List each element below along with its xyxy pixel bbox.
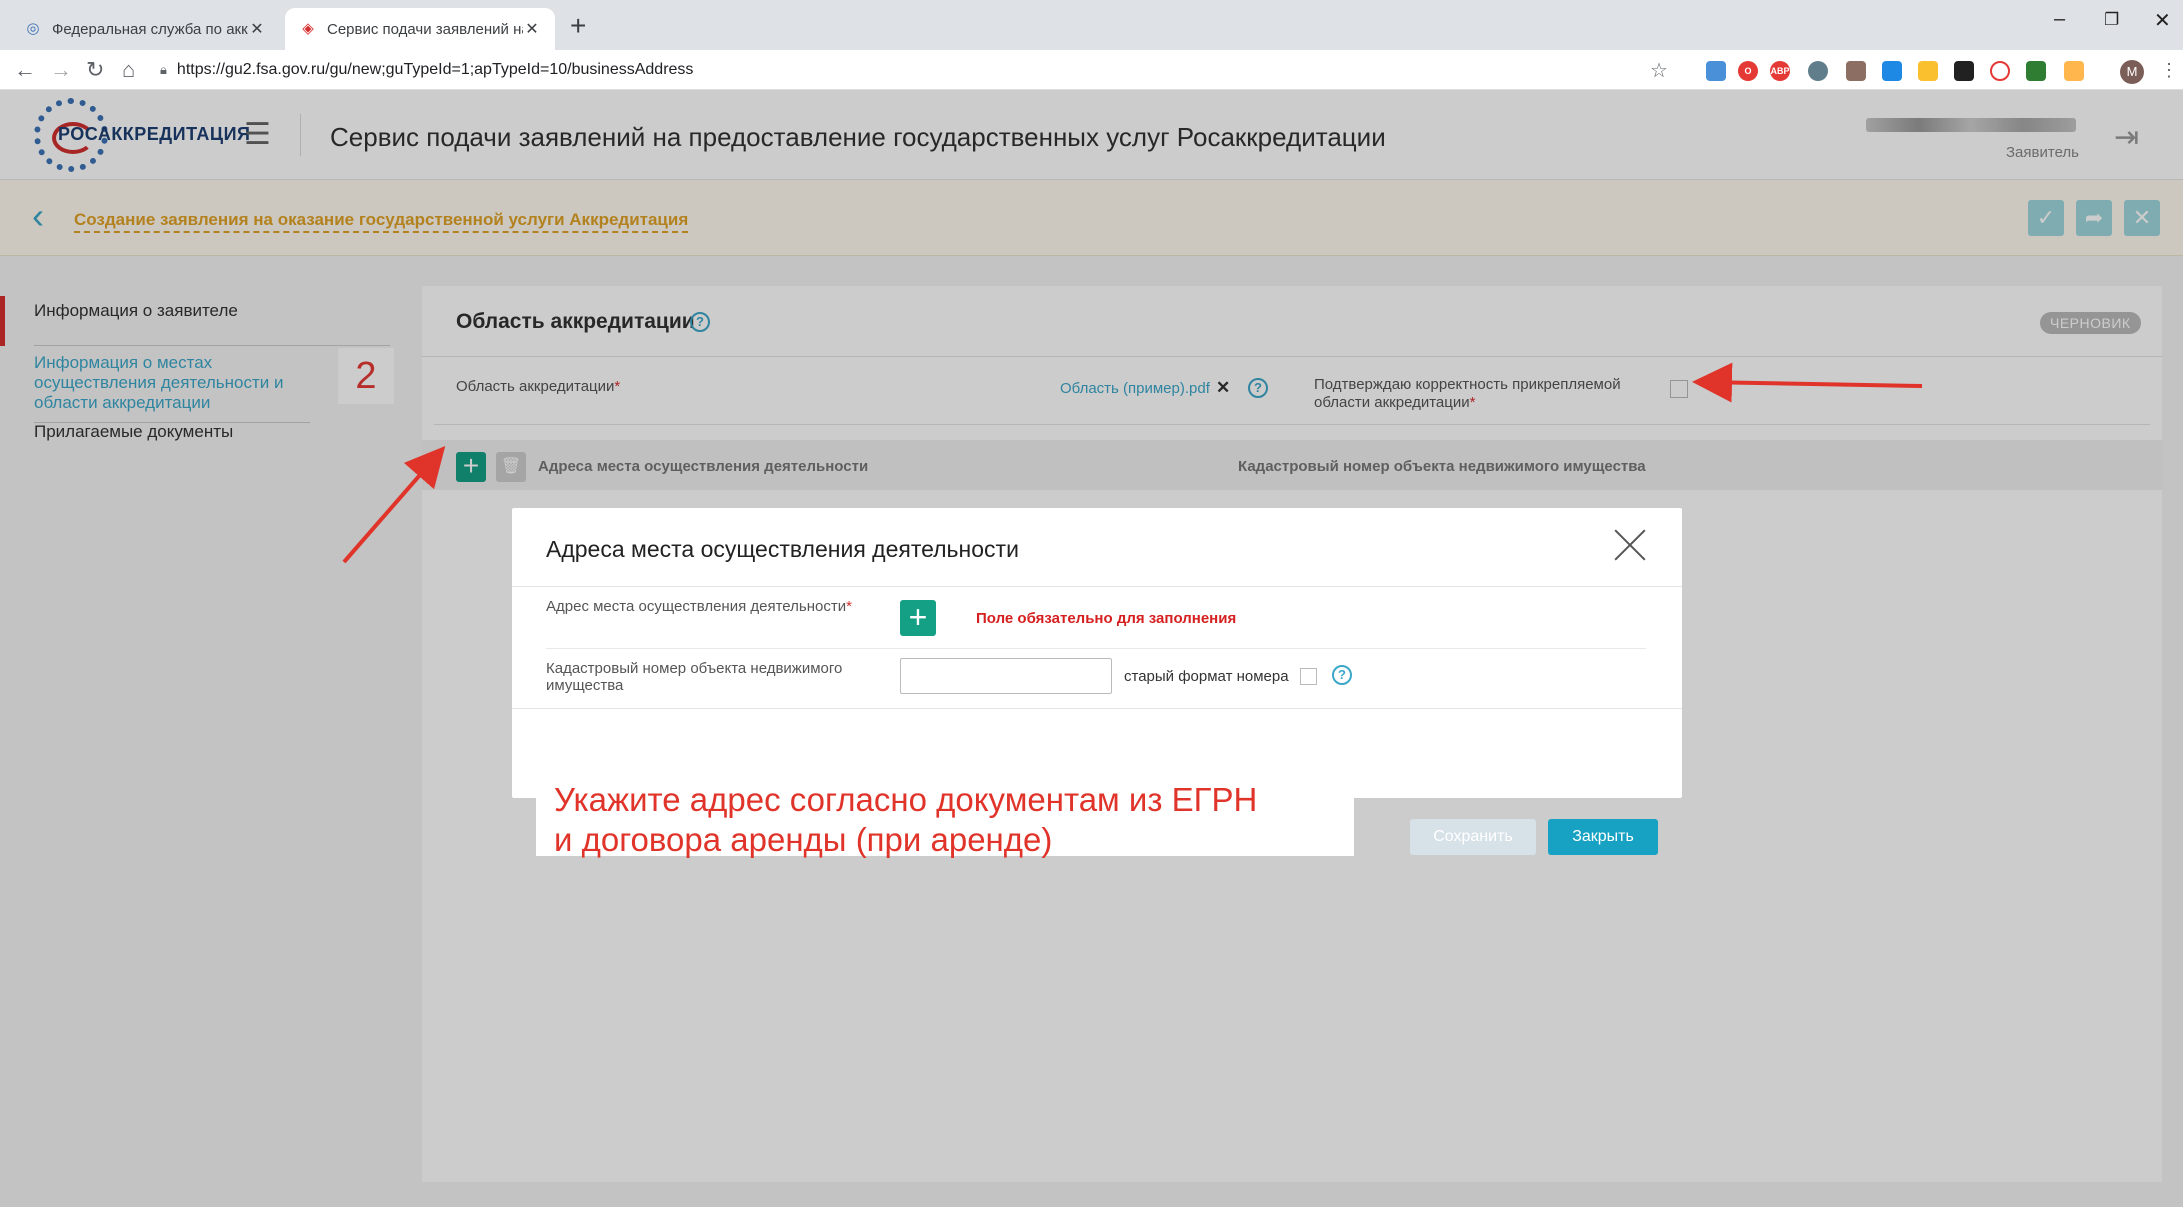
- close-button[interactable]: Закрыть: [1548, 819, 1658, 855]
- modal-title: Адреса места осуществления деятельности: [546, 536, 1019, 562]
- required-mark: *: [846, 598, 852, 615]
- cadastral-help-icon[interactable]: ?: [1332, 665, 1352, 685]
- reload-icon[interactable]: ↻: [86, 56, 104, 84]
- new-tab-icon[interactable]: +: [570, 12, 586, 40]
- restore-icon[interactable]: ❐: [2104, 10, 2119, 30]
- service-favicon-icon: ◈: [302, 20, 314, 37]
- window-close-icon[interactable]: ✕: [2154, 8, 2171, 33]
- extension-icon-10[interactable]: [2026, 61, 2046, 81]
- extension-icon-5[interactable]: [1846, 61, 1866, 81]
- browser-tab-bar: ◎ Федеральная служба по аккред ✕ ◈ Серви…: [0, 0, 2183, 50]
- extension-icon-11[interactable]: [2064, 61, 2084, 81]
- menu-kebab-icon[interactable]: ⋮: [2160, 60, 2178, 81]
- minimize-icon[interactable]: –: [2054, 8, 2065, 31]
- required-error-message: Поле обязательно для заполнения: [976, 610, 1237, 627]
- bookmark-star-icon[interactable]: ☆: [1650, 58, 1668, 83]
- extension-icon-7[interactable]: [1918, 61, 1938, 81]
- opera-extension-icon[interactable]: O: [1738, 61, 1758, 81]
- old-format-checkbox[interactable]: [1300, 668, 1317, 685]
- forward-arrow-icon[interactable]: →: [50, 56, 72, 84]
- add-address-modal-button[interactable]: +: [900, 600, 936, 636]
- browser-tab-1[interactable]: ◎ Федеральная служба по аккред ✕: [10, 8, 280, 50]
- tab-close-icon[interactable]: ✕: [523, 19, 541, 39]
- profile-avatar[interactable]: M: [2120, 60, 2144, 84]
- extension-icon-1[interactable]: [1706, 61, 1726, 81]
- old-format-label: старый формат номера: [1124, 668, 1289, 685]
- label-text: Адрес места осуществления деятельности: [546, 598, 847, 615]
- address-field-label: Адрес места осуществления деятельности*: [546, 598, 876, 615]
- instruction-text: Укажите адрес согласно документам из ЕГР…: [554, 781, 1258, 858]
- divider: [512, 708, 1682, 709]
- tab-title: Сервис подачи заявлений на п: [327, 20, 523, 38]
- plus-icon: +: [908, 599, 928, 635]
- cadastral-number-input[interactable]: [900, 658, 1112, 694]
- home-icon[interactable]: ⌂: [122, 56, 135, 84]
- address-modal: Адреса места осуществления деятельности …: [512, 508, 1682, 798]
- extension-icon-4[interactable]: [1808, 61, 1828, 81]
- url-text: https://gu2.fsa.gov.ru/gu/new;guTypeId=1…: [176, 61, 694, 78]
- save-button[interactable]: Сохранить: [1410, 819, 1536, 855]
- address-bar[interactable]: 🔒︎ https://gu2.fsa.gov.ru/gu/new;guTypeI…: [160, 54, 1680, 86]
- extension-icon-6[interactable]: [1882, 61, 1902, 81]
- fsa-favicon-icon: ◎: [26, 20, 40, 37]
- tab-close-icon[interactable]: ✕: [248, 19, 266, 39]
- extension-icon-9[interactable]: [1990, 61, 2010, 81]
- divider: [546, 648, 1646, 649]
- page: РОСАККРЕДИТАЦИЯ ☰ Сервис подачи заявлени…: [0, 90, 2183, 1207]
- modal-close-icon[interactable]: [1612, 526, 1648, 562]
- browser-tab-2[interactable]: ◈ Сервис подачи заявлений на п ✕: [285, 8, 555, 50]
- divider: [512, 586, 1682, 587]
- cadastral-field-label: Кадастровый номер объекта недвижимого им…: [546, 660, 843, 694]
- browser-toolbar: ← → ↻ ⌂ 🔒︎ https://gu2.fsa.gov.ru/gu/new…: [0, 50, 2183, 90]
- back-arrow-icon[interactable]: ←: [14, 56, 36, 84]
- extension-icon-8[interactable]: [1954, 61, 1974, 81]
- instruction-callout: Укажите адрес согласно документам из ЕГР…: [536, 766, 1354, 858]
- adblock-icon[interactable]: ABP: [1770, 61, 1790, 81]
- lock-icon: 🔒︎: [160, 62, 167, 77]
- tab-title: Федеральная служба по аккред: [52, 20, 248, 38]
